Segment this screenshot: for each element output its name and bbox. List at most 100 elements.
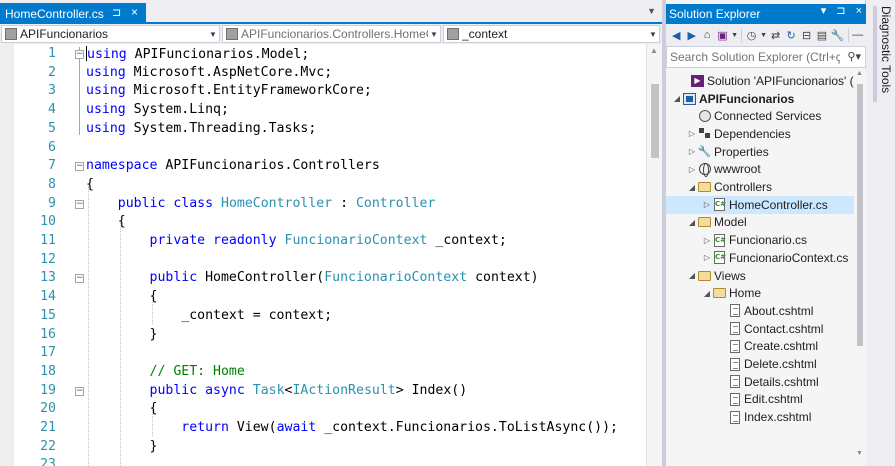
code-text-area[interactable]: 1 using APIFuncionarios.Model; −2 using Mic… <box>0 44 646 466</box>
code-line[interactable]: 19 public async Task<IActionResult> Inde… <box>0 383 646 402</box>
tree-views[interactable]: ◢ Views <box>666 267 854 285</box>
code-line[interactable]: 20 { <box>0 401 646 420</box>
code-line[interactable]: 6 <box>0 140 646 159</box>
close-icon[interactable]: × <box>856 5 862 17</box>
scroll-thumb[interactable] <box>651 84 659 158</box>
code-editor[interactable]: HomeController.cs ⊐ × ▼ APIFuncionarios … <box>0 0 662 466</box>
code-line[interactable]: 16 } <box>0 327 646 346</box>
code-line[interactable]: 15 _context = context; <box>0 308 646 327</box>
expanded-arrow-icon[interactable]: ◢ <box>687 271 697 280</box>
diagnostic-tools-tab[interactable]: Diagnostic Tools <box>873 6 893 102</box>
solution-search-input[interactable] <box>670 50 840 64</box>
tree-create[interactable]: Create.cshtml <box>666 338 854 356</box>
pin-icon[interactable]: ⊐ <box>112 6 121 19</box>
tree-connected-services[interactable]: Connected Services <box>666 107 854 125</box>
collapsed-arrow-icon[interactable]: ▷ <box>702 236 712 245</box>
toolbar-separator <box>847 28 849 42</box>
tree-properties[interactable]: ▷ 🔧 Properties <box>666 143 854 161</box>
back-icon[interactable]: ◀ <box>669 27 683 44</box>
collapse-icon[interactable]: − <box>75 162 84 172</box>
code-line[interactable]: 3 using Microsoft.EntityFrameworkCore; <box>0 83 646 102</box>
window-position-icon[interactable]: ▾ <box>821 5 827 17</box>
code-line[interactable]: 11 private readonly FuncionarioContext _… <box>0 233 646 252</box>
collapse-icon[interactable]: − <box>75 50 84 59</box>
code-line[interactable]: 12 <box>0 252 646 271</box>
code-line[interactable]: 1 using APIFuncionarios.Model; − <box>0 46 646 65</box>
code-line[interactable]: 2 using Microsoft.AspNetCore.Mvc; <box>0 65 646 84</box>
tree-controllers[interactable]: ◢ Controllers <box>666 178 854 196</box>
code-line[interactable]: 17 <box>0 345 646 364</box>
code-line[interactable]: 21 return View(await _context.Funcionari… <box>0 420 646 439</box>
scroll-down-icon[interactable]: ▼ <box>856 450 863 457</box>
expanded-arrow-icon[interactable]: ◢ <box>702 289 712 298</box>
collapsed-arrow-icon[interactable]: ▷ <box>687 165 697 174</box>
expanded-arrow-icon[interactable]: ◢ <box>687 218 697 227</box>
solution-explorer-title-bar[interactable]: Solution Explorer ▾ ⊐ × <box>666 4 866 24</box>
tree-item-label: Properties <box>714 144 769 159</box>
document-tab-homecontroller[interactable]: HomeController.cs ⊐ × <box>0 3 146 24</box>
code-line[interactable]: 8{ <box>0 177 646 196</box>
tree-vertical-scrollbar[interactable]: ▲ ▼ <box>854 68 866 466</box>
code-line[interactable]: 22 } <box>0 439 646 458</box>
tree-edit[interactable]: Edit.cshtml <box>666 391 854 409</box>
tree-wwwroot[interactable]: ▷ wwwroot <box>666 161 854 179</box>
tree-dependencies[interactable]: ▷ Dependencies <box>666 125 854 143</box>
chevron-down-icon[interactable]: ▼ <box>760 27 768 44</box>
collapse-icon[interactable]: − <box>75 274 84 284</box>
code-line[interactable]: 9 public class HomeController : Controll… <box>0 196 646 215</box>
collapsed-arrow-icon[interactable]: ▷ <box>687 147 697 156</box>
tree-delete[interactable]: Delete.cshtml <box>666 355 854 373</box>
project-dropdown[interactable]: APIFuncionarios ▼ <box>1 25 220 43</box>
solution-tree[interactable]: ▶Solution 'APIFuncionarios' (1 p ◢ APIFunc… <box>666 68 854 466</box>
code-line[interactable]: 23 <box>0 457 646 466</box>
collapse-all-icon[interactable]: ⊟ <box>799 27 813 44</box>
member-dropdown[interactable]: _context ▼ <box>443 25 660 43</box>
expanded-arrow-icon[interactable]: ◢ <box>672 94 682 103</box>
forward-icon[interactable]: ▶ <box>684 27 698 44</box>
search-icon[interactable]: ⚲▾ <box>847 50 861 63</box>
collapse-icon[interactable]: − <box>75 199 84 209</box>
scroll-thumb[interactable] <box>857 84 863 346</box>
editor-vertical-scrollbar[interactable]: ▲ <box>646 44 662 466</box>
tree-solution[interactable]: ▶Solution 'APIFuncionarios' (1 p <box>666 72 854 90</box>
code-line[interactable]: 13 public HomeController(FuncionarioCont… <box>0 270 646 289</box>
tree-contact[interactable]: Contact.cshtml <box>666 320 854 338</box>
line-number: 7 <box>48 158 56 174</box>
pin-icon[interactable]: ⊐ <box>836 5 845 17</box>
collapse-icon[interactable]: − <box>75 386 84 396</box>
preview-icon[interactable]: ― <box>851 27 865 44</box>
tree-model[interactable]: ◢ Model <box>666 214 854 232</box>
collapsed-arrow-icon[interactable]: ▷ <box>702 200 712 209</box>
collapsed-arrow-icon[interactable]: ▷ <box>687 129 697 138</box>
chevron-down-icon[interactable]: ▼ <box>731 27 739 44</box>
history-icon[interactable]: ◷ <box>744 27 758 44</box>
switch-views-icon[interactable]: ▣ <box>715 27 729 44</box>
expanded-arrow-icon[interactable]: ◢ <box>687 183 697 192</box>
tab-overflow-icon[interactable]: ▼ <box>647 6 656 16</box>
tree-details[interactable]: Details.cshtml <box>666 373 854 391</box>
tree-project[interactable]: ◢ APIFuncionarios <box>666 90 854 108</box>
tree-home[interactable]: ◢ Home <box>666 284 854 302</box>
code-line[interactable]: 18 // GET: Home <box>0 364 646 383</box>
solution-search-box[interactable]: ⚲▾ <box>666 46 866 68</box>
code-line[interactable]: 4 using System.Linq; <box>0 102 646 121</box>
tree-about[interactable]: About.cshtml <box>666 302 854 320</box>
collapsed-arrow-icon[interactable]: ▷ <box>702 253 712 262</box>
refresh-icon[interactable]: ↻ <box>784 27 798 44</box>
scroll-up-icon[interactable]: ▲ <box>650 46 658 55</box>
code-line[interactable]: 14 { <box>0 289 646 308</box>
code-line[interactable]: 5 using System.Threading.Tasks; <box>0 121 646 140</box>
class-dropdown[interactable]: APIFuncionarios.Controllers.HomeCo ▼ <box>222 25 441 43</box>
properties-icon[interactable]: 🔧 <box>830 27 845 44</box>
scroll-up-icon[interactable]: ▲ <box>856 70 863 77</box>
home-icon[interactable]: ⌂ <box>700 27 714 44</box>
tree-funcionariocontext[interactable]: ▷ C# FuncionarioContext.cs <box>666 249 854 267</box>
close-icon[interactable]: × <box>131 5 138 19</box>
sync-icon[interactable]: ⇄ <box>768 27 782 44</box>
code-line[interactable]: 10 { <box>0 214 646 233</box>
tree-funcionario[interactable]: ▷ C# Funcionario.cs <box>666 231 854 249</box>
code-line[interactable]: 7 namespace APIFuncionarios.Controllers − <box>0 158 646 177</box>
tree-index[interactable]: Index.cshtml <box>666 408 854 426</box>
show-all-files-icon[interactable]: ▤ <box>815 27 829 44</box>
tree-homecontroller[interactable]: ▷ C# HomeController.cs <box>666 195 854 214</box>
